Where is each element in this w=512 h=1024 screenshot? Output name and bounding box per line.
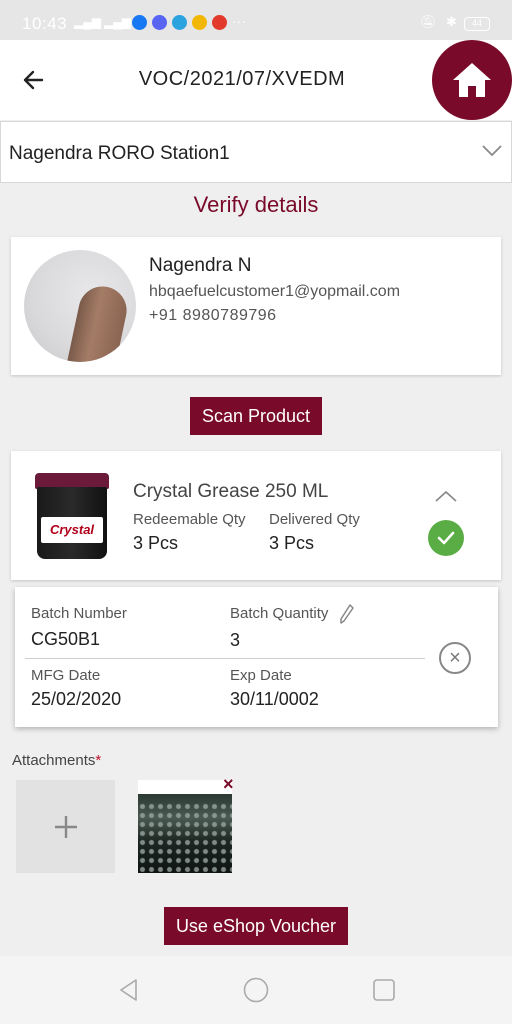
delivered-qty-label: Delivered Qty xyxy=(269,511,360,528)
customer-name: Nagendra N xyxy=(149,255,252,276)
nav-home-icon[interactable] xyxy=(242,976,270,1004)
mfg-date-value: 25/02/2020 xyxy=(31,689,122,709)
delivered-qty-value: 3 Pcs xyxy=(269,533,315,553)
product-image: Crystal xyxy=(33,473,111,561)
home-icon xyxy=(453,63,491,97)
customer-email: hbqaefuelcustomer1@yopmail.com xyxy=(149,283,401,300)
mute-icon: 🔕︎ xyxy=(420,14,437,29)
avatar xyxy=(24,250,136,362)
customer-phone: +91 8980789796 xyxy=(149,307,277,324)
plus-icon xyxy=(54,815,77,838)
signal-icon: ▂▄▆ xyxy=(74,15,101,29)
redeemable-qty-label: Redeemable Qty xyxy=(133,511,246,528)
attachments-label-text: Attachments xyxy=(12,752,96,769)
battery-level: 44 xyxy=(471,18,482,28)
scan-product-button[interactable]: Scan Product xyxy=(190,397,322,435)
product-card[interactable]: Crystal Crystal Grease 250 ML Redeemable… xyxy=(11,451,501,580)
section-title: Verify details xyxy=(193,192,319,217)
batch-number-label: Batch Number xyxy=(31,605,127,622)
edit-pencil-icon[interactable] xyxy=(339,603,355,625)
divider xyxy=(25,658,425,659)
station-selected: Nagendra RORO Station1 xyxy=(9,143,230,164)
product-image-label: Crystal xyxy=(41,517,103,543)
attachment-thumbnail[interactable]: × xyxy=(138,774,234,873)
chrome-icon xyxy=(212,15,227,30)
attachments-label: Attachments* xyxy=(12,752,101,769)
telegram-icon xyxy=(172,15,187,30)
verified-check-icon xyxy=(428,520,464,556)
discord-icon xyxy=(152,15,167,30)
batch-quantity-value: 3 xyxy=(230,630,241,650)
required-mark: * xyxy=(95,752,102,769)
more-notifications-icon: ··· xyxy=(232,13,246,29)
redeemable-qty-value: 3 Pcs xyxy=(133,533,179,553)
customer-card: Nagendra N hbqaefuelcustomer1@yopmail.co… xyxy=(11,237,501,375)
home-button[interactable] xyxy=(432,40,512,120)
batch-card: Batch Number CG50B1 Batch Quantity 3 MFG… xyxy=(15,587,498,727)
status-time: 10:43 xyxy=(22,14,68,33)
attachment-image xyxy=(138,794,232,873)
close-icon: × xyxy=(449,647,461,669)
battery-icon: 44 xyxy=(464,17,490,31)
exp-date-label: Exp Date xyxy=(230,667,292,684)
signal-icon-2: ▂▄▆ xyxy=(104,15,131,29)
batch-number-value: CG50B1 xyxy=(31,629,101,649)
facebook-icon xyxy=(132,15,147,30)
bluetooth-icon: ✱ xyxy=(446,14,457,29)
status-bar: 10:43 ▂▄▆ ▂▄▆ ··· 🔕︎ ✱ 44 xyxy=(0,0,512,40)
product-name: Crystal Grease 250 ML xyxy=(133,481,329,502)
mfg-date-label: MFG Date xyxy=(31,667,101,684)
batch-quantity-label: Batch Quantity xyxy=(230,605,329,622)
system-nav-bar xyxy=(0,956,512,1024)
station-dropdown[interactable]: Nagendra RORO Station1 xyxy=(0,121,512,183)
exp-date-value: 30/11/0002 xyxy=(230,689,319,709)
nav-recents-icon[interactable] xyxy=(370,976,398,1004)
remove-batch-button[interactable]: × xyxy=(439,642,471,674)
nav-back-icon[interactable] xyxy=(115,976,143,1004)
use-eshop-voucher-button[interactable]: Use eShop Voucher xyxy=(164,907,348,945)
chevron-up-icon[interactable] xyxy=(433,489,459,503)
chevron-down-icon xyxy=(482,145,502,157)
app-icon xyxy=(192,15,207,30)
add-attachment-button[interactable] xyxy=(16,780,115,873)
remove-attachment-icon[interactable]: × xyxy=(223,774,234,795)
